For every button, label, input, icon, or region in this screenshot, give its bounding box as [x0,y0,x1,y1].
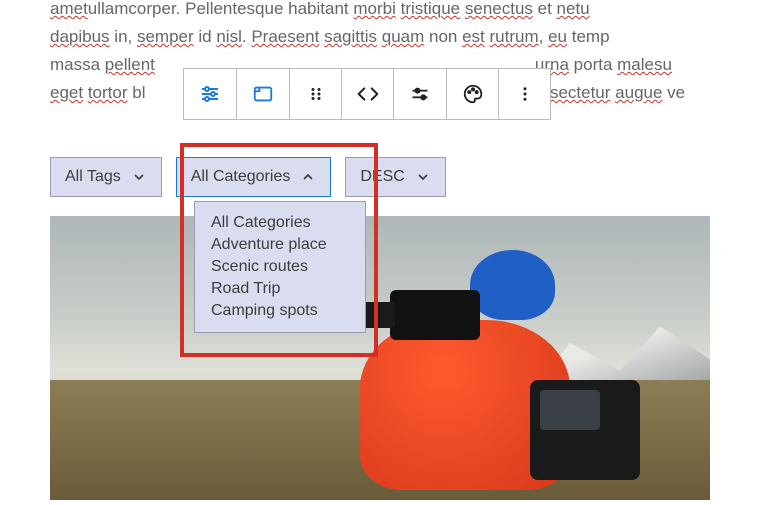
categories-dropdown: All Categories Adventure place Scenic ro… [194,201,366,333]
tags-filter[interactable]: All Tags [50,157,162,197]
palette-icon[interactable] [446,69,498,119]
sort-filter-label: DESC [360,168,404,186]
categories-filter-label: All Categories [191,168,291,186]
filter-sliders-icon[interactable] [394,69,446,119]
categories-filter[interactable]: All Categories [176,157,332,197]
sort-filter[interactable]: DESC [345,157,445,197]
more-options-icon[interactable] [498,69,550,119]
post-image[interactable] [50,216,710,500]
block-toolbar [183,68,551,120]
tags-filter-label: All Tags [65,168,121,186]
category-option[interactable]: All Categories [207,212,353,234]
block-type-icon[interactable] [237,69,289,119]
filter-bar: All Tags All Categories DESC [50,157,446,197]
settings-icon[interactable] [184,69,236,119]
chevron-down-icon [415,169,431,185]
move-arrows-icon[interactable] [341,69,393,119]
chevron-down-icon [131,169,147,185]
drag-handle-icon[interactable] [289,69,341,119]
category-option[interactable]: Scenic routes [207,256,353,278]
category-option[interactable]: Road Trip [207,278,353,300]
category-option[interactable]: Camping spots [207,300,353,322]
category-option[interactable]: Adventure place [207,234,353,256]
chevron-up-icon [300,169,316,185]
